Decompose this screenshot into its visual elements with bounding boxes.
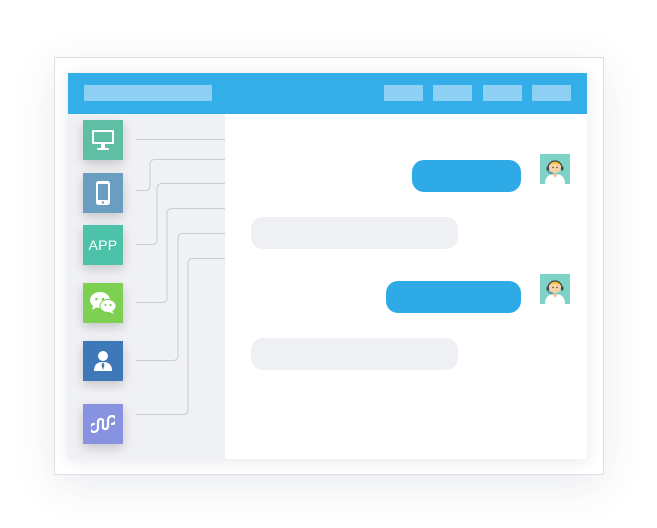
nav-item-3[interactable] — [483, 85, 522, 101]
app-label: APP — [88, 237, 118, 253]
channel-profile[interactable] — [83, 341, 123, 381]
channel-mini-program[interactable] — [83, 404, 123, 444]
agent-avatar — [540, 274, 570, 304]
channel-mobile[interactable] — [83, 173, 123, 213]
user-message-bubble — [251, 217, 458, 249]
mini-program-icon — [91, 414, 115, 434]
user-message-bubble — [251, 338, 458, 370]
customer-service-agent-icon — [540, 274, 570, 304]
channel-app[interactable]: APP — [83, 225, 123, 265]
channel-desktop[interactable] — [83, 120, 123, 160]
nav-item-2[interactable] — [433, 85, 472, 101]
channel-wechat[interactable] — [83, 283, 123, 323]
title-bar — [68, 73, 587, 114]
agent-message-bubble — [386, 281, 521, 313]
mobile-phone-icon — [96, 181, 110, 205]
chat-window: APP — [68, 73, 587, 459]
stage: APP — [0, 0, 657, 528]
nav-item-4[interactable] — [532, 85, 571, 101]
channel-sidebar: APP — [68, 114, 225, 459]
chat-area — [225, 114, 587, 459]
agent-avatar — [540, 154, 570, 184]
desktop-icon — [92, 130, 114, 150]
wechat-icon — [90, 292, 117, 314]
nav-item-1[interactable] — [384, 85, 423, 101]
agent-message-bubble — [412, 160, 521, 192]
user-profile-icon — [94, 351, 112, 371]
customer-service-agent-icon — [540, 154, 570, 184]
window-title — [84, 85, 212, 101]
